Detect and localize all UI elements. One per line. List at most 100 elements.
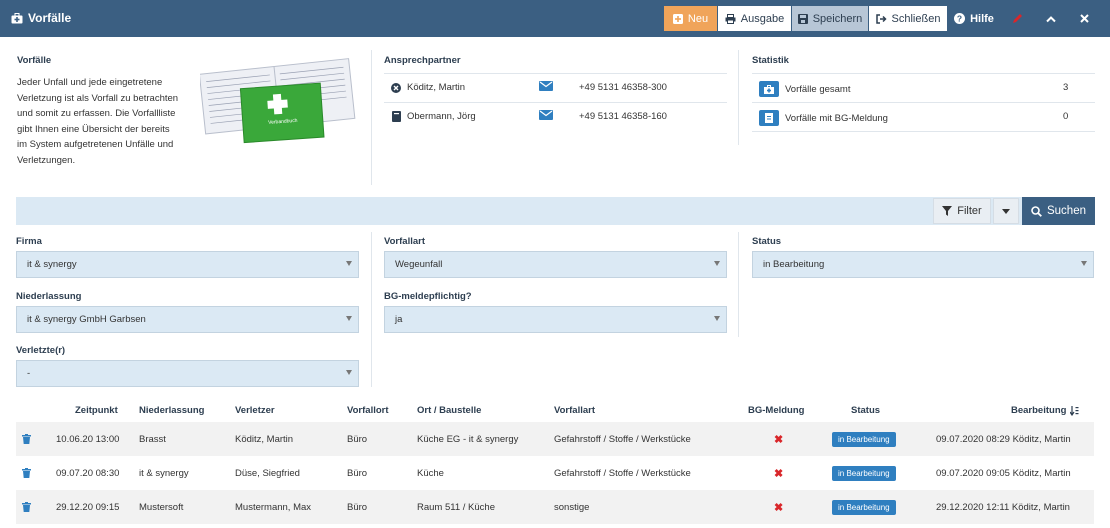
verletzte-value: -: [27, 368, 31, 379]
header-niederlassung[interactable]: Niederlassung: [139, 405, 204, 416]
status-badge: in Bearbeitung: [832, 431, 896, 447]
cell-status: in Bearbeitung: [832, 490, 896, 524]
header-bearbeitung-label: Bearbeitung: [1011, 405, 1067, 416]
envelope-icon[interactable]: [539, 110, 553, 123]
status-label: Status: [752, 236, 782, 247]
search-button-label: Suchen: [1046, 205, 1086, 217]
cell-bearbeitung: 29.12.2020 12:11 Köditz, Martin: [936, 501, 1070, 513]
filter-button[interactable]: Filter: [933, 198, 991, 224]
contact-phone: +49 5131 46358-300: [579, 82, 667, 93]
first-aid-case-icon: [759, 81, 779, 97]
bg-select[interactable]: ja: [384, 306, 727, 333]
divider: [371, 232, 372, 387]
close-button[interactable]: Schließen: [869, 6, 947, 31]
header-bg[interactable]: BG-Meldung: [748, 405, 804, 416]
table-row[interactable]: 10.06.20 13:00 Brasst Köditz, Martin Bür…: [16, 422, 1094, 456]
cell-zeitpunkt: 09.07.20 08:30: [56, 467, 120, 479]
cell-verletzer: Mustermann, Max: [235, 501, 312, 513]
cell-ort: Küche: [417, 467, 444, 479]
niederlassung-value: it & synergy GmbH Garbsen: [27, 314, 146, 325]
contact-phone: +49 5131 46358-160: [579, 111, 667, 122]
help-button[interactable]: ? Hilfe: [952, 6, 996, 31]
firma-label: Firma: [16, 236, 42, 247]
cell-niederlassung: it & synergy: [139, 467, 189, 479]
status-select[interactable]: in Bearbeitung: [752, 251, 1094, 278]
cell-vorfallort: Büro: [347, 501, 368, 513]
header-ort[interactable]: Ort / Baustelle: [417, 405, 481, 416]
cell-status: in Bearbeitung: [832, 422, 896, 456]
header-vorfallart[interactable]: Vorfallart: [554, 405, 595, 416]
trash-icon[interactable]: [22, 456, 31, 490]
caret-down-icon: [346, 261, 352, 266]
filter-button-label: Filter: [957, 205, 982, 217]
header-zeitpunkt[interactable]: Zeitpunkt: [75, 405, 118, 416]
divider: [384, 73, 727, 74]
help-button-label: Hilfe: [970, 12, 994, 25]
caret-down-icon: [1081, 261, 1087, 266]
cell-niederlassung: Brasst: [139, 433, 166, 445]
search-button[interactable]: Suchen: [1022, 197, 1095, 225]
divider: [371, 50, 372, 185]
cell-verletzer: Düse, Siegfried: [235, 467, 300, 479]
output-button[interactable]: Ausgabe: [718, 6, 791, 31]
funnel-icon: [942, 206, 953, 216]
contact-item[interactable]: Obermann, Jörg: [392, 111, 476, 122]
intro-text: Jeder Unfall und jede eingetretene Verle…: [17, 77, 179, 166]
bg-no-icon: ✖: [774, 467, 784, 480]
trash-icon[interactable]: [22, 422, 31, 456]
table-row[interactable]: 29.12.20 09:15 Mustersoft Mustermann, Ma…: [16, 490, 1094, 524]
collapse-button[interactable]: [1038, 6, 1064, 31]
caret-down-icon: [1002, 208, 1010, 214]
window-title-text: Vorfälle: [28, 11, 72, 25]
header-bearbeitung[interactable]: Bearbeitung: [1011, 405, 1079, 416]
contact-name: Obermann, Jörg: [407, 111, 476, 122]
edit-button[interactable]: [1004, 6, 1030, 31]
niederlassung-label: Niederlassung: [16, 291, 82, 302]
stat-total: Vorfälle gesamt: [759, 81, 850, 97]
caret-down-icon: [346, 316, 352, 321]
table-row[interactable]: 09.07.20 08:30 it & synergy Düse, Siegfr…: [16, 456, 1094, 490]
cell-bearbeitung: 09.07.2020 08:29 Köditz, Martin: [936, 433, 1071, 445]
envelope-icon[interactable]: [539, 81, 553, 94]
divider: [752, 102, 1095, 103]
verletzte-select[interactable]: -: [16, 360, 359, 387]
document-icon: [759, 110, 779, 126]
vorfallart-select[interactable]: Wegeunfall: [384, 251, 727, 278]
new-button[interactable]: Neu: [664, 6, 717, 31]
save-button-label: Speichern: [812, 12, 863, 25]
cell-zeitpunkt: 10.06.20 13:00: [56, 433, 120, 445]
close-button-label: Schließen: [891, 12, 941, 25]
caret-down-icon: [714, 261, 720, 266]
circle-x-icon: [391, 82, 401, 93]
header-vorfallort[interactable]: Vorfallort: [347, 405, 389, 416]
header-verletzer[interactable]: Verletzer: [235, 405, 275, 416]
bg-no-icon: ✖: [774, 433, 784, 446]
header-status[interactable]: Status: [851, 405, 880, 416]
cell-niederlassung: Mustersoft: [139, 501, 184, 513]
niederlassung-select[interactable]: it & synergy GmbH Garbsen: [16, 306, 359, 333]
firma-value: it & synergy: [27, 259, 77, 270]
filter-dropdown-button[interactable]: [993, 198, 1019, 224]
intro-title: Vorfälle: [17, 55, 52, 66]
caret-down-icon: [346, 370, 352, 375]
contact-item[interactable]: Köditz, Martin: [391, 82, 465, 93]
cell-vorfallort: Büro: [347, 433, 368, 445]
stat-value: 0: [1063, 111, 1069, 122]
close-window-button[interactable]: [1071, 6, 1097, 31]
divider: [752, 73, 1095, 74]
close-icon: [1079, 14, 1089, 23]
search-icon: [1031, 205, 1042, 217]
cell-bearbeitung: 09.07.2020 09:05 Köditz, Martin: [936, 467, 1071, 479]
verletzte-label: Verletzte(r): [16, 345, 66, 356]
firma-select[interactable]: it & synergy: [16, 251, 359, 278]
bg-value: ja: [395, 314, 403, 325]
contacts-title: Ansprechpartner: [384, 55, 461, 66]
first-aid-case-icon: [11, 12, 23, 23]
trash-icon[interactable]: [22, 490, 31, 524]
stat-value: 3: [1063, 82, 1069, 93]
save-button[interactable]: Speichern: [792, 6, 868, 31]
stats-title: Statistik: [752, 55, 789, 66]
print-icon: [725, 13, 736, 24]
stat-label: Vorfälle gesamt: [785, 83, 851, 95]
title-bar: Vorfälle Neu Ausgabe Speichern Schließen…: [0, 0, 1110, 37]
